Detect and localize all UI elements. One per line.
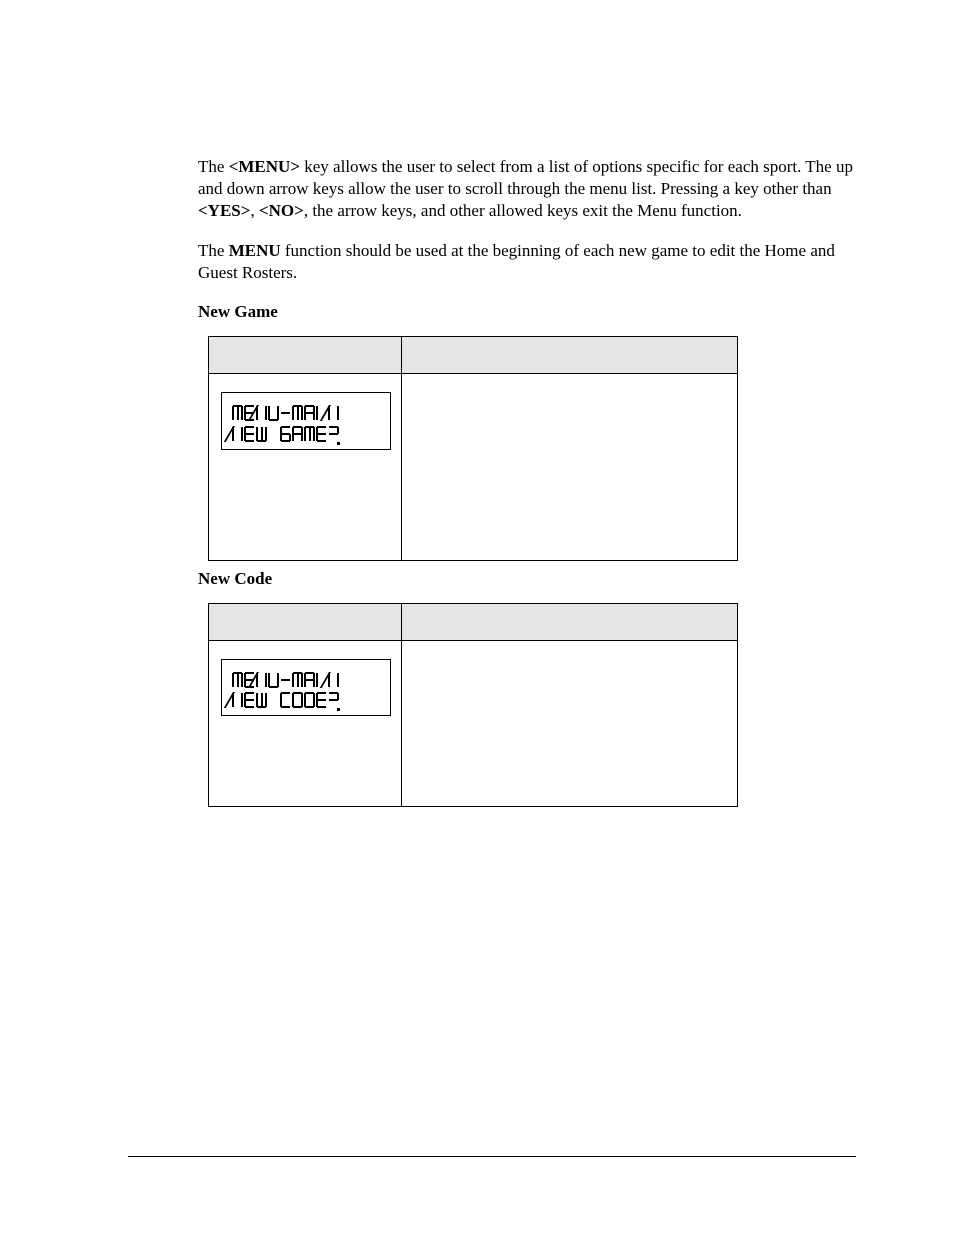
table-header-right	[402, 603, 738, 640]
key-menu-word: MENU	[229, 241, 281, 260]
lcd-display-newcode	[221, 659, 391, 716]
key-yes: <YES>	[198, 201, 250, 220]
table-cell-right	[402, 640, 738, 806]
table-new-code	[208, 603, 738, 807]
heading-new-game: New Game	[198, 302, 854, 322]
lcd-line	[232, 422, 380, 443]
table-header-left	[209, 337, 402, 374]
table-new-game	[208, 336, 738, 560]
paragraph-menu-function: The MENU function should be used at the …	[198, 240, 854, 284]
footer-rule	[128, 1156, 856, 1157]
lcd-line	[232, 689, 380, 710]
key-no: <NO>	[259, 201, 304, 220]
lcd-line	[232, 401, 380, 422]
table-cell-lcd	[209, 374, 402, 560]
paragraph-menu-key: The <MENU> key allows the user to select…	[198, 156, 854, 222]
text: , the arrow keys, and other allowed keys…	[304, 201, 742, 220]
text: function should be used at the beginning…	[198, 241, 835, 282]
table-header-left	[209, 603, 402, 640]
table-header-right	[402, 337, 738, 374]
lcd-line	[232, 668, 380, 689]
text: ,	[250, 201, 259, 220]
table-cell-right	[402, 374, 738, 560]
heading-new-code: New Code	[198, 569, 854, 589]
key-menu: <MENU>	[229, 157, 300, 176]
text: The	[198, 241, 229, 260]
text: The	[198, 157, 229, 176]
lcd-display-newgame	[221, 392, 391, 449]
table-cell-lcd	[209, 640, 402, 806]
